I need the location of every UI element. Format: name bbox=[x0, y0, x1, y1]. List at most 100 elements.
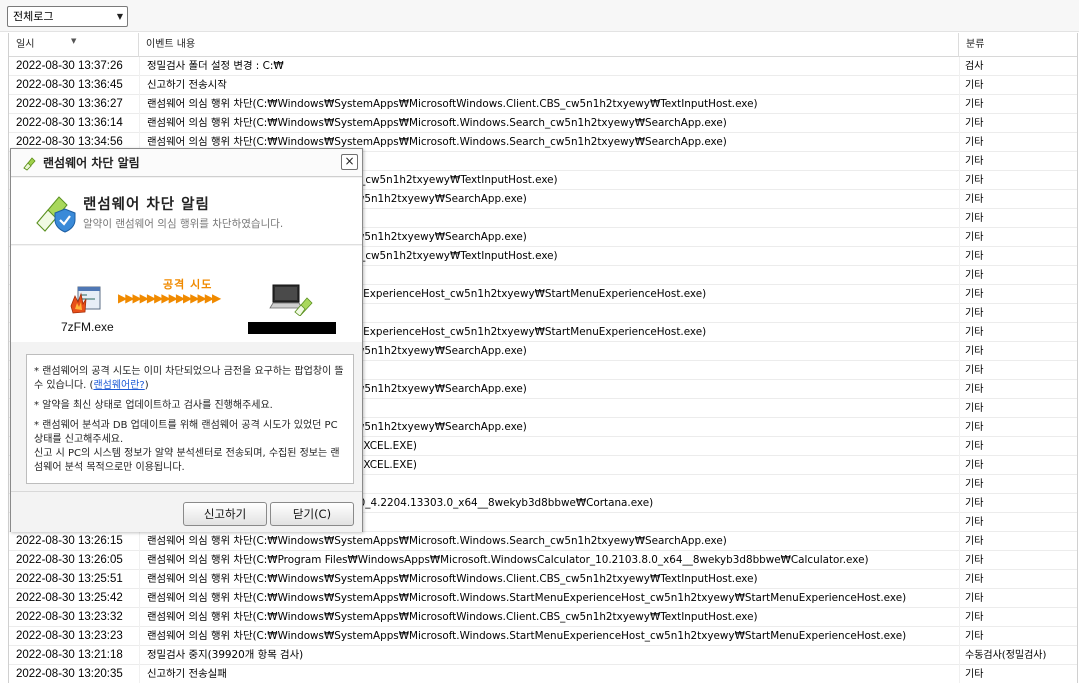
row-category: 기타 bbox=[959, 399, 1077, 418]
row-category: 기타 bbox=[959, 266, 1077, 285]
row-category: 기타 bbox=[959, 304, 1077, 323]
row-date: 2022-08-30 13:20:35 bbox=[16, 668, 123, 680]
row-category: 기타 bbox=[959, 95, 1077, 114]
row-date: 2022-08-30 13:36:27 bbox=[16, 98, 123, 110]
redacted-pc-name bbox=[248, 322, 336, 334]
row-category: 기타 bbox=[959, 190, 1077, 209]
row-event: 랜섬웨어 의심 행위 차단(C:₩Windows₩SystemApps₩Micr… bbox=[139, 570, 959, 589]
dialog-subheading: 알약이 랜섬웨어 의심 행위를 차단하였습니다. bbox=[83, 218, 284, 230]
log-filter-value: 전체로그 bbox=[13, 10, 54, 23]
row-event: 정밀검사 중지(39920개 항목 검사) bbox=[139, 646, 959, 665]
row-event: 랜섬웨어 의심 행위 차단(C:₩Windows₩SystemApps₩Micr… bbox=[139, 114, 959, 133]
row-category: 기타 bbox=[959, 152, 1077, 171]
dialog-heading: 랜섬웨어 차단 알림 bbox=[83, 197, 210, 213]
table-row[interactable]: 2022-08-30 13:36:27 랜섬웨어 의심 행위 차단(C:₩Wind… bbox=[9, 95, 1077, 114]
row-event: 랜섬웨어 의심 행위 차단(C:₩Program Files₩WindowsAp… bbox=[139, 551, 959, 570]
row-category: 기타 bbox=[959, 551, 1077, 570]
row-event: 랜섬웨어 의심 행위 차단(C:₩Windows₩SystemApps₩Micr… bbox=[139, 589, 959, 608]
row-category: 기타 bbox=[959, 133, 1077, 152]
row-date: 2022-08-30 13:37:26 bbox=[16, 60, 123, 72]
attack-attempt-label: 공격 시도 bbox=[163, 278, 213, 291]
row-event: 랜섬웨어 의심 행위 차단(C:₩Windows₩SystemApps₩Micr… bbox=[139, 608, 959, 627]
row-category: 기타 bbox=[959, 456, 1077, 475]
row-category: 기타 bbox=[959, 380, 1077, 399]
row-category: 기타 bbox=[959, 228, 1077, 247]
notice-item-1: * 랜섬웨어의 공격 시도는 이미 차단되었으나 금전을 요구하는 팝업창이 뜰… bbox=[34, 365, 346, 393]
column-header-date-label: 일시 bbox=[16, 39, 35, 50]
table-row[interactable]: 2022-08-30 13:23:32 랜섬웨어 의심 행위 차단(C:₩Wind… bbox=[9, 608, 1077, 627]
row-category: 기타 bbox=[959, 494, 1077, 513]
row-date: 2022-08-30 13:21:18 bbox=[16, 649, 123, 661]
notice-box: * 랜섬웨어의 공격 시도는 이미 차단되었으나 금전을 요구하는 팝업창이 뜰… bbox=[26, 354, 354, 484]
row-category: 기타 bbox=[959, 665, 1077, 683]
table-row[interactable]: 2022-08-30 13:36:45 신고하기 전송시작 기타 bbox=[9, 76, 1077, 95]
row-date: 2022-08-30 13:36:45 bbox=[16, 79, 123, 91]
table-row[interactable]: 2022-08-30 13:26:15 랜섬웨어 의심 행위 차단(C:₩Wind… bbox=[9, 532, 1077, 551]
column-header-event[interactable]: 이벤트 내용 bbox=[139, 33, 959, 57]
row-category: 기타 bbox=[959, 209, 1077, 228]
malicious-program-icon bbox=[70, 286, 101, 314]
close-button[interactable]: 닫기(C) bbox=[270, 502, 354, 526]
table-row[interactable]: 2022-08-30 13:25:51 랜섬웨어 의심 행위 차단(C:₩Wind… bbox=[9, 570, 1077, 589]
column-header-category-label: 분류 bbox=[966, 39, 985, 50]
report-button[interactable]: 신고하기 bbox=[183, 502, 267, 526]
column-header-category[interactable]: 분류 bbox=[959, 33, 1077, 57]
row-category: 검사 bbox=[959, 57, 1077, 76]
row-event: 랜섬웨어 의심 행위 차단(C:₩Windows₩SystemApps₩Micr… bbox=[139, 532, 959, 551]
row-category: 기타 bbox=[959, 627, 1077, 646]
sort-desc-icon: ▼ bbox=[71, 37, 77, 45]
row-category: 기타 bbox=[959, 76, 1077, 95]
notice-item-3: * 랜섬웨어 분석과 DB 업데이트를 위해 랜섬웨어 공격 시도가 있었던 P… bbox=[34, 419, 346, 475]
row-date: 2022-08-30 13:26:05 bbox=[16, 554, 123, 566]
column-header-event-label: 이벤트 내용 bbox=[146, 39, 196, 50]
row-category: 기타 bbox=[959, 437, 1077, 456]
notice-line-1: * 랜섬웨어의 공격 시도는 이미 차단되었으나 금전을 요구하는 팝업창이 뜰… bbox=[34, 366, 344, 391]
row-date: 2022-08-30 13:25:51 bbox=[16, 573, 123, 585]
row-date: 2022-08-30 13:25:42 bbox=[16, 592, 123, 604]
row-category: 기타 bbox=[959, 532, 1077, 551]
notice-item-2: * 알약을 최신 상태로 업데이트하고 검사를 진행해주세요. bbox=[34, 400, 273, 411]
table-row[interactable]: 2022-08-30 13:21:18 정밀검사 중지(39920개 항목 검사)… bbox=[9, 646, 1077, 665]
dialog-title: 랜섬웨어 차단 알림 bbox=[43, 156, 140, 170]
row-event: 정밀검사 폴더 설정 변경 : C:₩ bbox=[139, 57, 959, 76]
row-category: 기타 bbox=[959, 285, 1077, 304]
table-row[interactable]: 2022-08-30 13:20:35 신고하기 전송실패 기타 bbox=[9, 665, 1077, 683]
table-row[interactable]: 2022-08-30 13:36:14 랜섬웨어 의심 행위 차단(C:₩Wind… bbox=[9, 114, 1077, 133]
table-row[interactable]: 2022-08-30 13:37:26 정밀검사 폴더 설정 변경 : C:₩ 검사 bbox=[9, 57, 1077, 76]
what-is-ransomware-link[interactable]: 랜섬웨어란? bbox=[93, 380, 144, 391]
close-icon[interactable]: × bbox=[341, 154, 358, 170]
notice-line-4: 신고 시 PC의 시스템 정보가 알약 분석센터로 전송되며, 수집된 정보는 … bbox=[34, 448, 340, 473]
row-date: 2022-08-30 13:23:23 bbox=[16, 630, 123, 642]
attack-arrows-icon: ▶▶▶▶▶▶▶▶▶▶▶▶▶▶ bbox=[118, 291, 221, 305]
row-event: 랜섬웨어 의심 행위 차단(C:₩Windows₩SystemApps₩Micr… bbox=[139, 627, 959, 646]
alyac-shield-icon bbox=[23, 157, 36, 171]
row-category: 기타 bbox=[959, 475, 1077, 494]
row-category: 기타 bbox=[959, 323, 1077, 342]
attack-illustration: 공격 시도 ▶▶▶▶▶▶▶▶▶▶▶▶▶▶ 7zFM.exe bbox=[11, 246, 362, 342]
row-category: 기타 bbox=[959, 171, 1077, 190]
notice-line-3: * 랜섬웨어 분석과 DB 업데이트를 위해 랜섬웨어 공격 시도가 있었던 P… bbox=[34, 420, 338, 445]
row-category: 기타 bbox=[959, 361, 1077, 380]
protected-pc-icon bbox=[269, 284, 313, 316]
source-file-name: 7zFM.exe bbox=[61, 320, 114, 334]
row-category: 기타 bbox=[959, 570, 1077, 589]
log-filter-select[interactable]: 전체로그 ▼ bbox=[7, 6, 128, 27]
row-category: 기타 bbox=[959, 418, 1077, 437]
row-category: 기타 bbox=[959, 114, 1077, 133]
row-date: 2022-08-30 13:23:32 bbox=[16, 611, 123, 623]
row-event: 신고하기 전송실패 bbox=[139, 665, 959, 683]
table-row[interactable]: 2022-08-30 13:25:42 랜섬웨어 의심 행위 차단(C:₩Wind… bbox=[9, 589, 1077, 608]
toolbar: 전체로그 ▼ bbox=[0, 0, 1079, 32]
row-event: 신고하기 전송시작 bbox=[139, 76, 959, 95]
dialog-header: 랜섬웨어 차단 알림 알약이 랜섬웨어 의심 행위를 차단하였습니다. bbox=[11, 178, 362, 245]
dialog-footer: 신고하기 닫기(C) bbox=[11, 491, 362, 532]
table-row[interactable]: 2022-08-30 13:23:23 랜섬웨어 의심 행위 차단(C:₩Wind… bbox=[9, 627, 1077, 646]
column-header-date[interactable]: 일시 ▼ bbox=[9, 33, 139, 57]
table-row[interactable]: 2022-08-30 13:26:05 랜섬웨어 의심 행위 차단(C:₩Prog… bbox=[9, 551, 1077, 570]
table-header: 일시 ▼ 이벤트 내용 분류 bbox=[9, 33, 1077, 57]
row-event: 랜섬웨어 의심 행위 차단(C:₩Windows₩SystemApps₩Micr… bbox=[139, 95, 959, 114]
dialog-titlebar[interactable]: 랜섬웨어 차단 알림 × bbox=[11, 149, 362, 177]
row-category: 기타 bbox=[959, 513, 1077, 532]
row-category: 기타 bbox=[959, 247, 1077, 266]
notice-line-1-end: ) bbox=[144, 380, 149, 391]
